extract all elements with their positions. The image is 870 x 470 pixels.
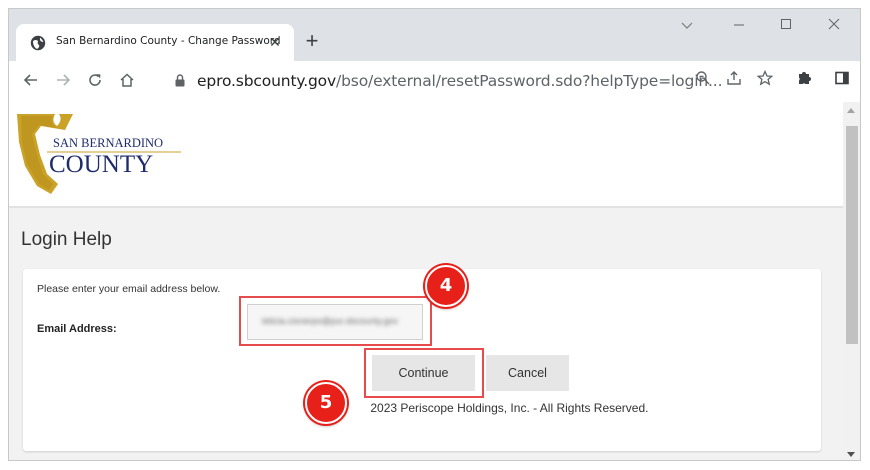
san-bernardino-county-logo: SAN BERNARDINO COUNTY [17, 114, 181, 194]
page-scrollbar[interactable] [843, 102, 860, 460]
logo-line1: SAN BERNARDINO [53, 136, 163, 150]
cancel-button[interactable]: Cancel [486, 355, 569, 391]
browser-tab[interactable]: San Bernardino County - Change Password … [16, 24, 294, 61]
forward-icon[interactable] [51, 70, 75, 94]
zoom-icon[interactable] [691, 70, 715, 94]
logo-line2: COUNTY [49, 151, 153, 178]
maximize-icon[interactable] [776, 16, 796, 36]
browser-toolbar: epro.sbcounty.gov/bso/external/resetPass… [9, 61, 860, 103]
extensions-puzzle-icon[interactable] [792, 70, 816, 94]
email-highlight-box [239, 296, 432, 346]
page-title: Login Help [21, 229, 112, 250]
bookmark-star-icon[interactable] [753, 69, 777, 94]
reload-icon[interactable] [83, 70, 107, 94]
close-window-icon[interactable] [824, 16, 844, 36]
scrollbar-thumb[interactable] [846, 126, 858, 344]
site-header: SAN BERNARDINO COUNTY [9, 102, 843, 208]
tab-strip: San Bernardino County - Change Password … [9, 9, 860, 61]
copyright-text: Co2023 Periscope Holdings, Inc. - All Ri… [309, 401, 648, 415]
url-text[interactable]: epro.sbcounty.gov/bso/external/resetPass… [197, 72, 723, 90]
tab-close-icon[interactable]: ✕ [266, 33, 284, 51]
new-tab-icon[interactable]: + [300, 29, 324, 53]
share-icon[interactable] [722, 70, 746, 94]
scroll-up-arrow-icon[interactable] [847, 108, 855, 113]
browser-window: San Bernardino County - Change Password … [8, 8, 861, 461]
tab-title: San Bernardino County - Change Password [56, 35, 281, 47]
continue-highlight-box [364, 348, 484, 398]
step-4-badge: 4 [425, 265, 467, 307]
step-5-badge: 5 [305, 382, 347, 424]
email-label: Email Address: [37, 323, 117, 335]
url-domain: epro.sbcounty.gov [197, 72, 337, 90]
login-help-card: Please enter your email address below. E… [23, 269, 821, 451]
globe-favicon-icon [30, 35, 46, 51]
back-icon[interactable] [19, 70, 43, 94]
copyright-end: 2023 Periscope Holdings, Inc. - All Righ… [370, 401, 649, 415]
lock-icon[interactable] [175, 74, 185, 87]
home-icon[interactable] [115, 70, 139, 94]
instruction-text: Please enter your email address below. [37, 283, 221, 295]
web-page: SAN BERNARDINO COUNTY Login Help Please … [9, 102, 843, 460]
tab-search-chevron-icon[interactable] [677, 16, 697, 36]
minimize-icon[interactable] [729, 16, 749, 36]
url-path: /bso/external/resetPassword.sdo?helpType… [336, 72, 723, 90]
side-panel-icon[interactable] [830, 70, 854, 94]
scroll-down-arrow-icon[interactable] [847, 452, 855, 457]
address-bar[interactable]: epro.sbcounty.gov/bso/external/resetPass… [167, 66, 723, 97]
